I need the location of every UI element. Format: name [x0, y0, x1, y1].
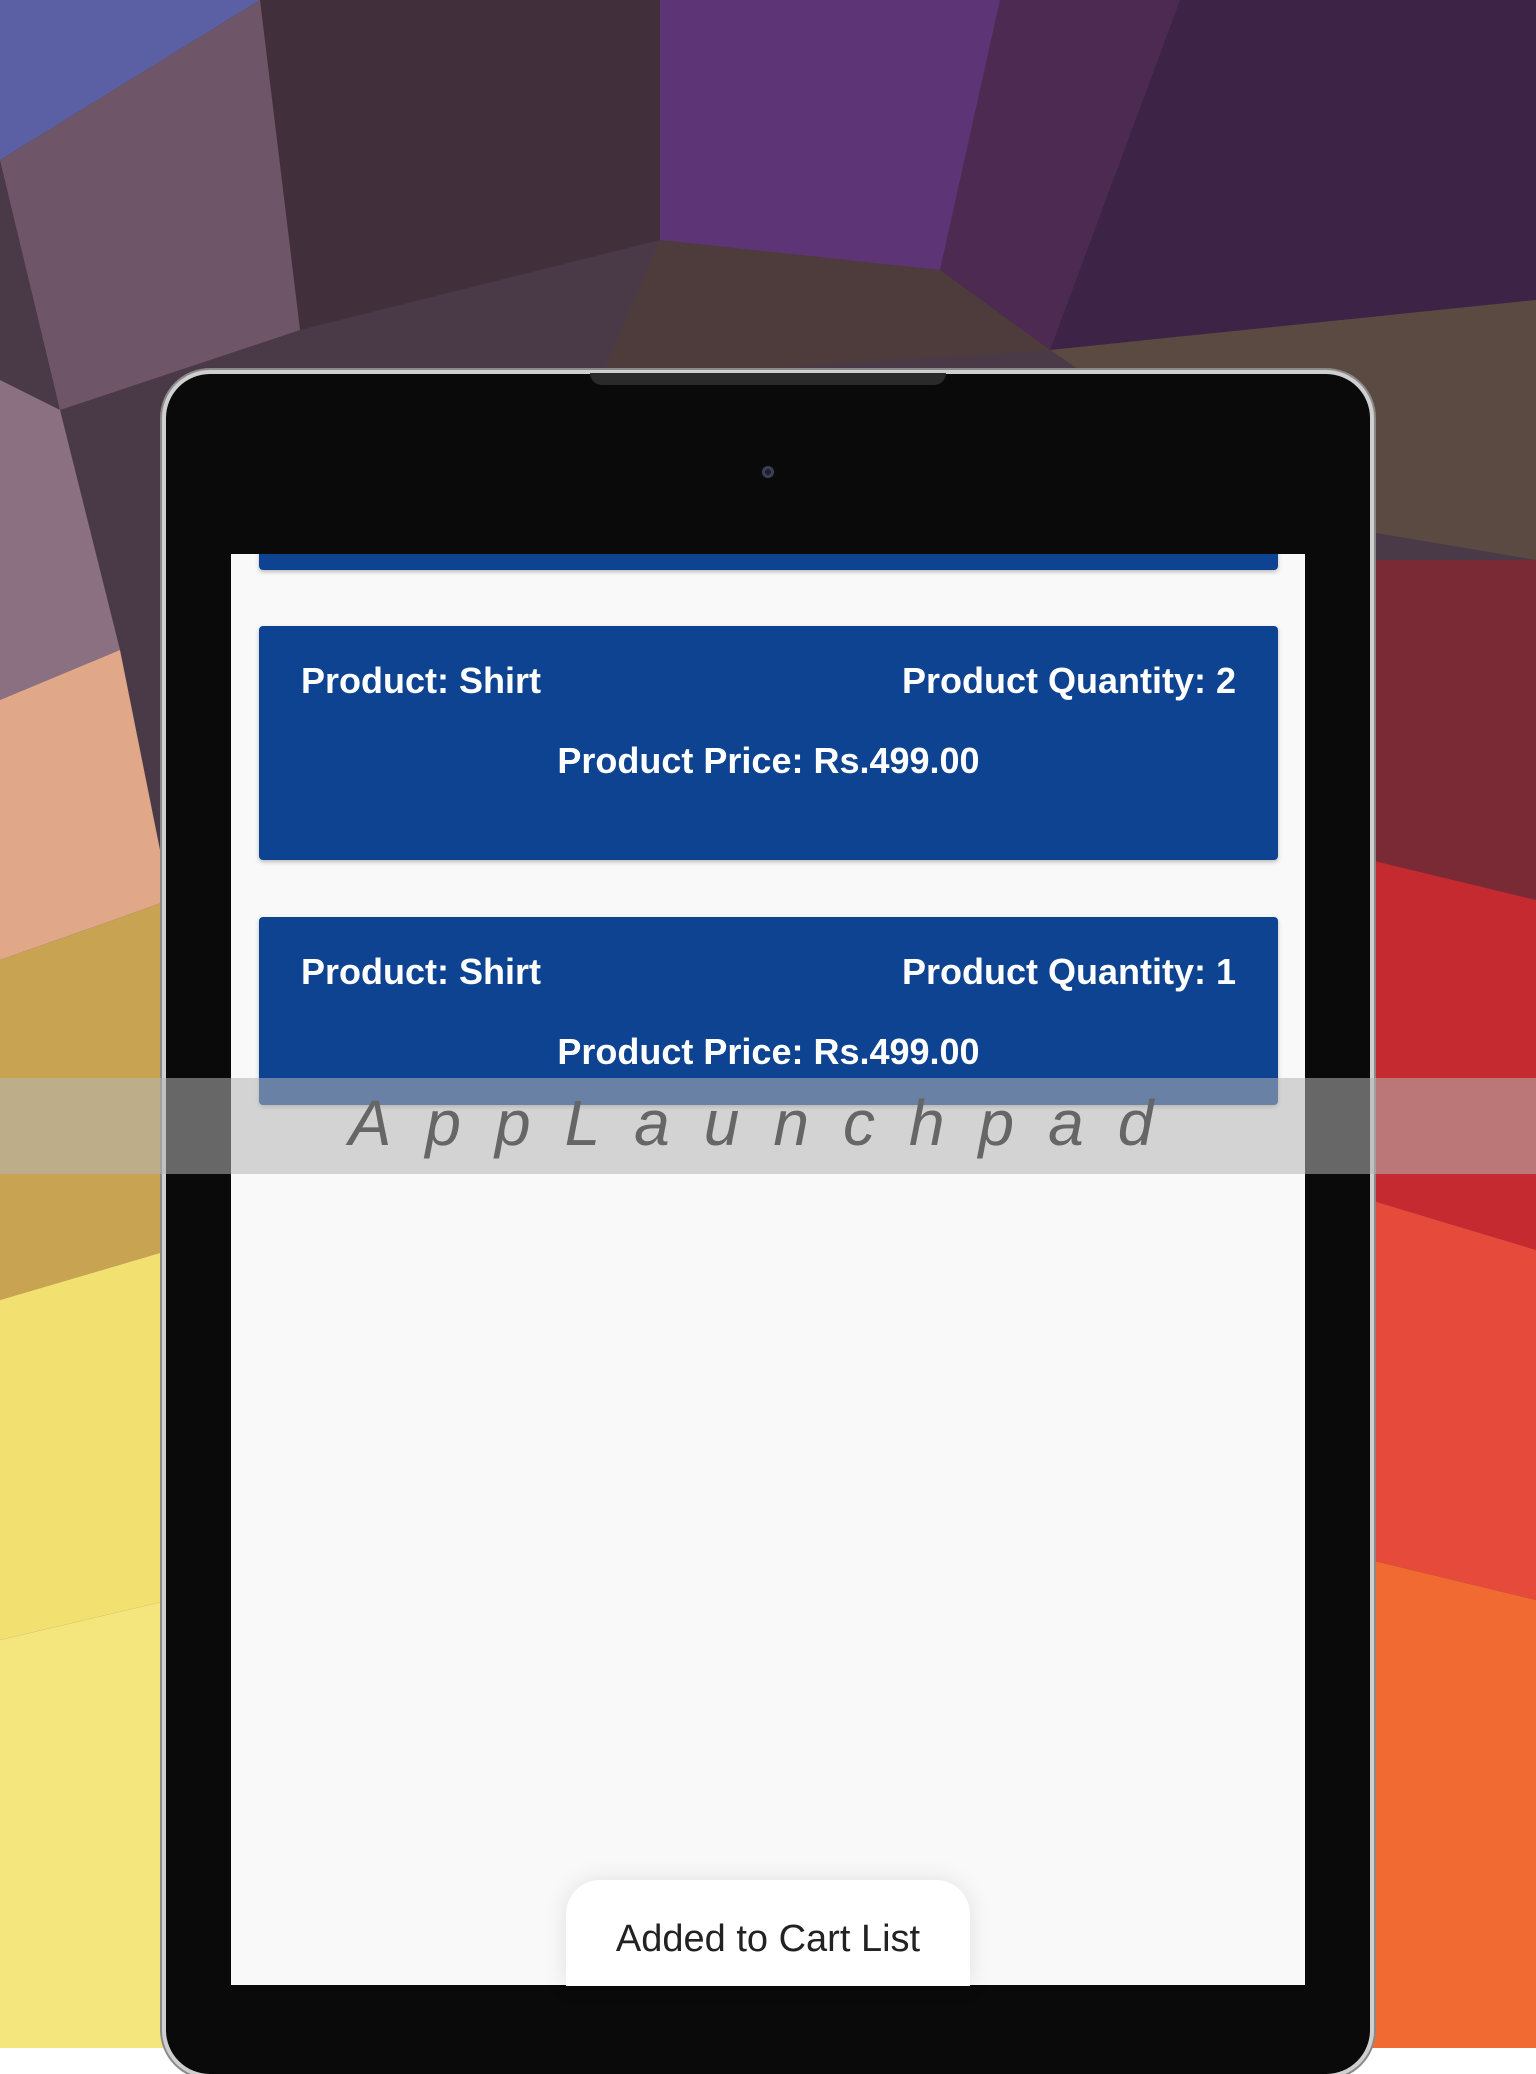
product-quantity: Product Quantity: 2	[901, 660, 1236, 701]
watermark-band: AppLaunchpad	[0, 1078, 1536, 1174]
app-screen: Product: Shirt Product Quantity: 2 Produ…	[231, 554, 1305, 1985]
cart-item-card-partial	[259, 554, 1278, 570]
cart-item-card[interactable]: Product: Shirt Product Quantity: 1 Produ…	[259, 917, 1278, 1105]
product-name: Product: Shirt	[301, 660, 541, 701]
watermark-text: AppLaunchpad	[348, 1087, 1188, 1159]
product-name: Product: Shirt	[301, 951, 541, 992]
camera-icon	[762, 466, 774, 478]
product-price: Product Price: Rs.499.00	[557, 1031, 980, 1072]
product-price: Product Price: Rs.499.00	[557, 740, 980, 781]
cart-item-card[interactable]: Product: Shirt Product Quantity: 2 Produ…	[259, 626, 1278, 860]
toast-text: Added to Cart List	[615, 1918, 921, 1960]
product-quantity: Product Quantity: 1	[901, 951, 1236, 992]
toast-message: Added to Cart List	[566, 1880, 970, 1986]
tablet-notch	[590, 373, 946, 385]
